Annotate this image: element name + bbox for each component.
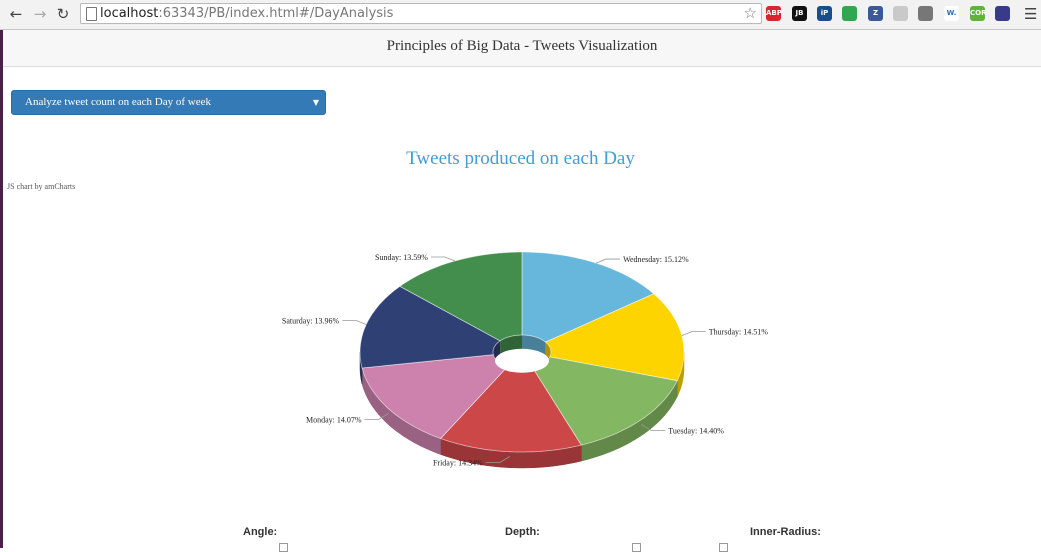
pie-label-tuesday: Tuesday: 14.40% — [668, 426, 724, 435]
inner-radius-label: Inner-Radius: — [750, 526, 821, 538]
pie-label-line — [430, 256, 456, 262]
angle-label: Angle: — [243, 526, 278, 538]
pie-label-thursday: Thursday: 14.51% — [709, 328, 768, 337]
pie-label-line — [342, 320, 367, 325]
pie-label-friday: Friday: 14.34% — [433, 459, 483, 468]
pie-label-sunday: Sunday: 13.59% — [375, 253, 428, 262]
pie-chart: Wednesday: 15.12% Thursday: 14.51% Tuesday… — [282, 251, 768, 469]
pie-label-line — [595, 258, 621, 264]
pie-label-wednesday: Wednesday: 15.12% — [623, 255, 689, 264]
pie-label-saturday: Saturday: 13.96% — [282, 317, 340, 326]
pie-label-line — [681, 331, 706, 336]
donut-hole — [495, 348, 549, 373]
depth-label: Depth: — [505, 526, 540, 538]
pie-label-monday: Monday: 14.07% — [306, 415, 362, 424]
